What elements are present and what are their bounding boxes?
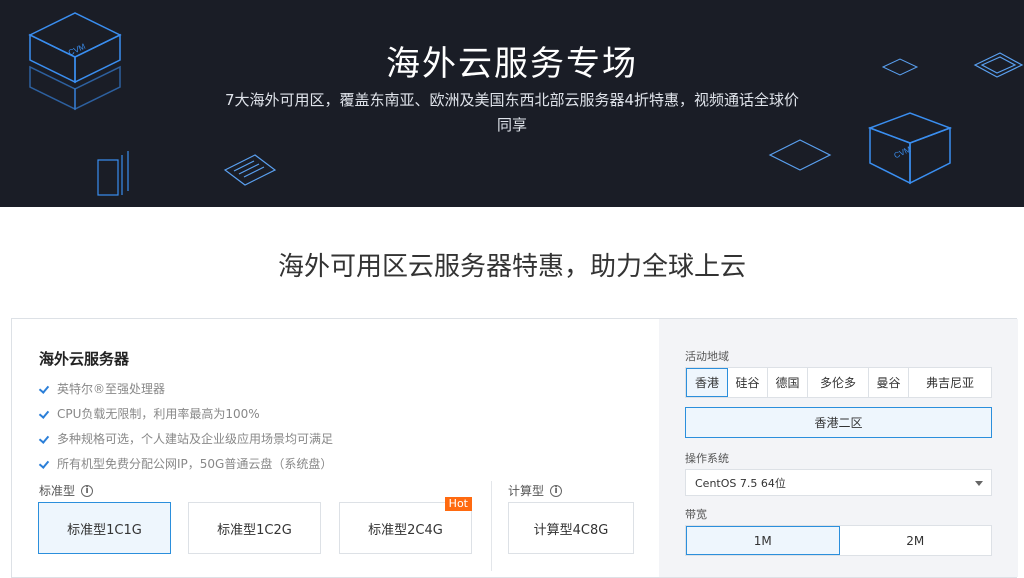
product-title: 海外云服务器 xyxy=(39,350,130,368)
check-icon xyxy=(39,383,51,395)
check-icon xyxy=(39,433,51,445)
feature-item: CPU负载无限制，利用率最高为100% xyxy=(39,405,260,422)
bandwidth-selector: 1M 2M xyxy=(685,525,992,556)
spec-option-4c8g[interactable]: 计算型4C8G xyxy=(508,502,634,554)
spec-option-1c2g[interactable]: 标准型1C2G xyxy=(188,502,321,554)
section-title: 海外可用区云服务器特惠，助力全球上云 xyxy=(277,252,746,282)
region-option-virginia[interactable]: 弗吉尼亚 xyxy=(909,368,991,397)
info-icon[interactable]: i xyxy=(550,484,563,497)
check-icon xyxy=(39,408,51,420)
spec-option-2c4g[interactable]: 标准型2C4G Hot xyxy=(339,497,472,554)
zone-option[interactable]: 香港二区 xyxy=(685,407,992,438)
region-option-germany[interactable]: 德国 xyxy=(768,368,808,397)
spec-option-1c1g[interactable]: 标准型1C1G xyxy=(38,502,171,554)
product-info-panel: 海外云服务器 英特尔®至强处理器 CPU负载无限制，利用率最高为100% 多种规… xyxy=(12,319,659,577)
bandwidth-option-1m[interactable]: 1M xyxy=(686,526,840,555)
config-panel: 活动地域 香港 硅谷 德国 多伦多 曼谷 弗吉尼亚 香港二区 操作系统 Cent… xyxy=(659,319,1018,577)
region-option-hongkong[interactable]: 香港 xyxy=(686,368,728,397)
region-label: 活动地域 xyxy=(685,350,729,363)
feature-item: 多种规格可选，个人建站及企业级应用场景均可满足 xyxy=(39,430,333,447)
document-icon xyxy=(223,154,277,186)
bandwidth-label: 带宽 xyxy=(685,508,707,521)
region-option-bangkok[interactable]: 曼谷 xyxy=(869,368,909,397)
banner-title: 海外云服务专场 xyxy=(386,44,638,84)
banner-subtitle-line2: 同享 xyxy=(496,116,527,134)
compute-group-label: 计算型 i xyxy=(508,482,563,499)
banner-subtitle-line1: 7大海外可用区，覆盖东南亚、欧洲及美国东西北部云服务器4折特惠，视频通话全球价 xyxy=(224,91,800,109)
tile-icon xyxy=(768,139,832,171)
region-selector: 香港 硅谷 德国 多伦多 曼谷 弗吉尼亚 xyxy=(685,367,992,398)
os-select[interactable]: CentOS 7.5 64位 xyxy=(685,469,992,496)
check-icon xyxy=(39,458,51,470)
feature-item: 英特尔®至强处理器 xyxy=(39,380,165,397)
hero-banner: CVM CVM 海外云服务专场 7大海外可用区，覆盖东南亚、欧洲及美国东西北部云… xyxy=(0,0,1024,207)
region-option-siliconvalley[interactable]: 硅谷 xyxy=(728,368,768,397)
os-label: 操作系统 xyxy=(685,452,729,465)
info-icon[interactable]: i xyxy=(81,484,94,497)
product-card: 海外云服务器 英特尔®至强处理器 CPU负载无限制，利用率最高为100% 多种规… xyxy=(11,318,1018,578)
standard-group-label: 标准型 i xyxy=(39,482,94,499)
bandwidth-option-2m[interactable]: 2M xyxy=(840,526,992,555)
stack-icon xyxy=(97,151,129,196)
region-option-toronto[interactable]: 多伦多 xyxy=(808,368,869,397)
feature-item: 所有机型免费分配公网IP，50G普通云盘（系统盘） xyxy=(39,455,332,472)
server-cube-icon-right: CVM xyxy=(867,112,953,185)
banner-subtitle: 7大海外可用区，覆盖东南亚、欧洲及美国东西北部云服务器4折特惠，视频通话全球价 … xyxy=(212,88,812,138)
hot-badge: Hot xyxy=(444,497,472,511)
chevron-down-icon xyxy=(975,481,983,486)
group-divider xyxy=(491,481,492,571)
